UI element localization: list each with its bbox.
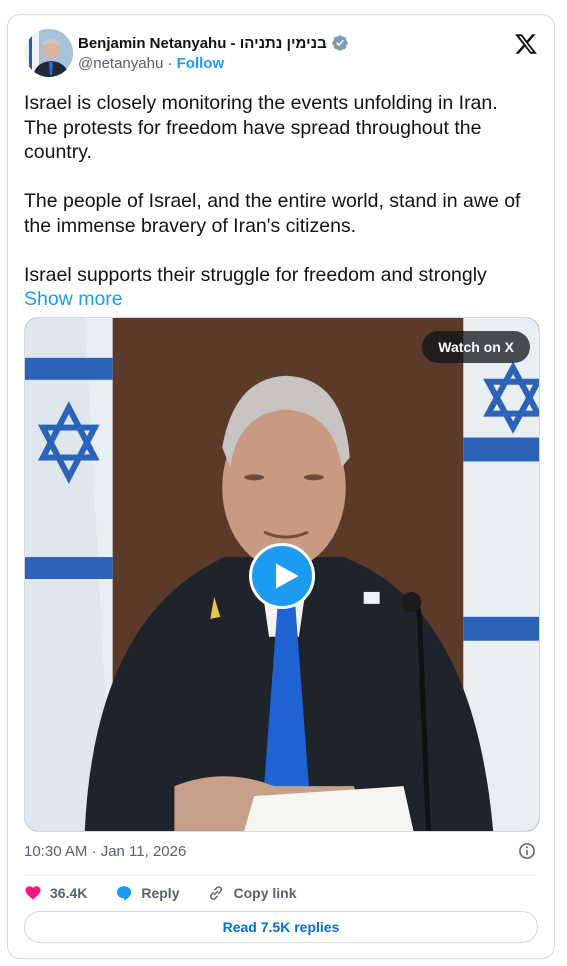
show-more-link[interactable]: Show more [24,288,123,310]
like-count: 36.4K [50,885,88,901]
reply-button[interactable]: Reply [115,884,179,902]
author-display-name[interactable]: Benjamin Netanyahu - בנימין נתניהו [78,35,327,52]
handle-separator: · [167,55,173,72]
action-bar: 36.4K Reply Copy link [24,881,325,905]
tweet-paragraph-1: Israel is closely monitoring the events … [24,92,498,163]
tweet-card: Benjamin Netanyahu - בנימין נתניהו @neta… [7,14,555,959]
divider [24,875,538,876]
read-replies-button[interactable]: Read 7.5K replies [24,911,538,943]
play-button[interactable] [249,543,315,609]
tweet-timestamp[interactable]: 10:30 AM · Jan 11, 2026 [24,843,186,860]
link-icon [210,886,223,900]
verified-badge-icon [331,35,348,51]
watch-on-x-button[interactable]: Watch on X [422,331,530,363]
reply-label: Reply [141,885,180,901]
author-handle-row: @netanyahu · Follow [78,55,224,72]
follow-button[interactable]: Follow [177,55,225,72]
x-logo-icon[interactable] [514,32,538,56]
reply-bubble-icon [117,886,132,901]
copy-link-label: Copy link [233,885,297,901]
author-name-row[interactable]: Benjamin Netanyahu - בנימין נתניהו [78,34,349,52]
tweet-paragraph-3-text: Israel supports their struggle for freed… [24,263,487,286]
tweet-text: Israel is closely monitoring the events … [24,91,536,312]
tweet-paragraph-3: Israel supports their struggle for freed… [24,263,536,312]
info-icon[interactable] [518,842,536,860]
like-button[interactable]: 36.4K [24,884,87,902]
author-handle[interactable]: @netanyahu [78,55,163,72]
play-icon [276,563,299,589]
tweet-paragraph-2: The people of Israel, and the entire wor… [24,190,521,237]
avatar[interactable] [25,29,73,77]
video-player[interactable]: Watch on X [24,317,540,832]
heart-icon [25,886,41,900]
copy-link-button[interactable]: Copy link [207,884,297,902]
